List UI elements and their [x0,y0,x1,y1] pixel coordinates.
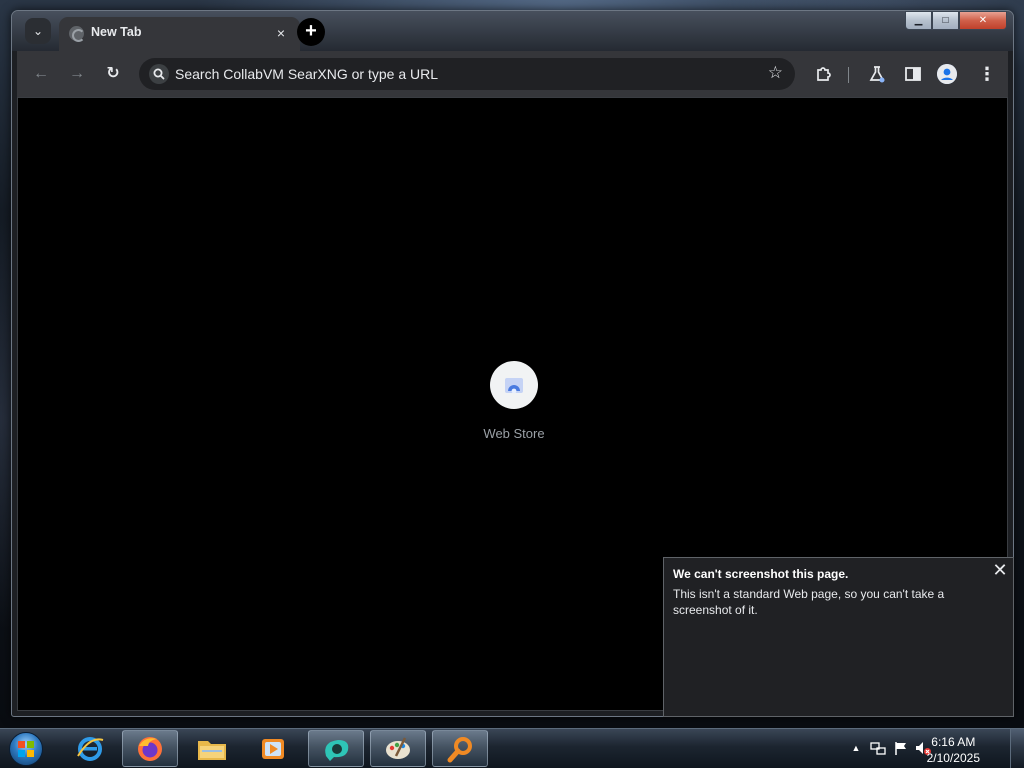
window-controls: ▁ □ ✕ [905,11,1007,30]
tab-strip: ⌄ New Tab × + ▁ □ ✕ [12,11,1013,51]
taskbar-media-player[interactable] [245,730,301,767]
shortcut-web-store[interactable]: Web Store [474,361,554,441]
user-icon [937,64,957,84]
tab-new-tab[interactable]: New Tab × [59,17,300,51]
notification-close-button[interactable]: ✕ [991,561,1009,579]
firefox-icon [138,736,162,761]
system-tray: ▲ 6:16 AM 2/10/2025 [834,729,1024,768]
show-hidden-icons-arrow[interactable]: ▲ [848,740,864,756]
search-app-icon [447,736,472,762]
profile-avatar[interactable] [937,64,957,84]
bookmark-star-icon[interactable]: ☆ [768,63,783,83]
taskbar-clock[interactable]: 6:16 AM 2/10/2025 [927,734,980,766]
taskbar-firefox[interactable] [122,730,178,767]
tab-close-button[interactable]: × [272,24,290,42]
taskbar-file-explorer[interactable] [184,730,240,767]
clock-date: 2/10/2025 [926,751,980,765]
address-bar-placeholder: Search CollabVM SearXNG or type a URL [175,66,438,82]
shortcut-label: Web Store [483,426,545,441]
taskbar-paint[interactable] [370,730,426,767]
globe-icon [69,26,85,42]
show-desktop-button[interactable] [1010,729,1024,768]
web-store-icon [505,378,523,394]
paint-icon [386,736,410,759]
address-bar[interactable]: Search CollabVM SearXNG or type a URL ☆ [139,58,795,90]
taskbar-search-app[interactable] [432,730,488,767]
taskbar-chrome[interactable] [308,730,364,767]
extensions-puzzle-icon[interactable] [814,64,834,84]
screenshot-notification: We can't screenshot this page. This isn'… [663,557,1014,717]
notification-title: We can't screenshot this page. [673,567,849,581]
notification-body: This isn't a standard Web page, so you c… [673,587,945,617]
network-icon[interactable] [870,740,886,756]
tab-search-button[interactable]: ⌄ [25,18,51,44]
toolbar-separator [848,67,849,83]
labs-flask-icon[interactable] [867,64,887,84]
new-tab-button[interactable]: + [297,18,325,46]
start-button[interactable] [6,730,46,768]
minimize-button[interactable]: ▁ [905,11,932,30]
media-player-icon [262,738,284,759]
side-panel-icon[interactable] [903,64,923,84]
shortcut-icon-circle [490,361,538,409]
windows-logo-icon [9,732,43,766]
chrome-icon [325,739,349,761]
back-button[interactable]: ← [29,62,53,86]
menu-button[interactable]: ⋮ [975,62,999,86]
internet-explorer-icon [77,736,104,761]
tab-title: New Tab [91,25,142,39]
taskbar-internet-explorer[interactable] [62,730,118,767]
reload-button[interactable]: ↻ [101,62,125,86]
maximize-button[interactable]: □ [932,11,959,30]
search-icon [149,64,169,84]
forward-button[interactable]: → [65,62,89,86]
close-window-button[interactable]: ✕ [959,11,1007,30]
file-explorer-icon [198,740,226,760]
browser-toolbar: ← → ↻ Search CollabVM SearXNG or type a … [17,51,1008,97]
taskbar: ▲ 6:16 AM 2/10/2025 [0,728,1024,768]
chevron-down-icon: ⌄ [32,24,44,38]
action-center-flag-icon[interactable] [893,740,909,756]
clock-time: 6:16 AM [931,735,976,749]
